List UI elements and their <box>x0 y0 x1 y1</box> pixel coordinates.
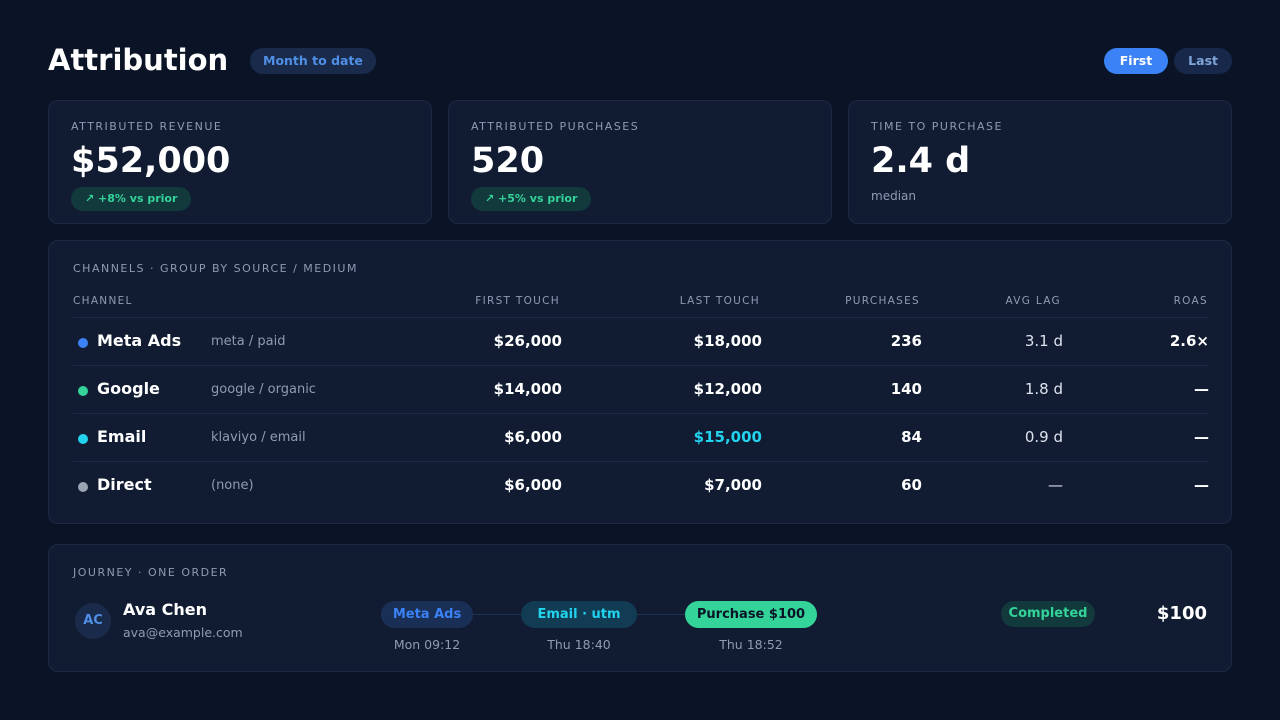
kpi-value: 2.4 d <box>871 141 971 181</box>
journey-step-time: Thu 18:52 <box>719 637 783 652</box>
channel-source: meta / paid <box>211 334 286 349</box>
kpi-label: ATTRIBUTED REVENUE <box>71 120 223 133</box>
last-touch-button[interactable]: Last <box>1174 48 1232 74</box>
avg-lag-value: 3.1 d <box>1024 332 1063 350</box>
first-touch-value: $6,000 <box>504 476 562 494</box>
first-touch-value: $26,000 <box>493 332 562 350</box>
channel-color-dot <box>78 386 88 396</box>
kpi-time-to-purchase: TIME TO PURCHASE 2.4 d median <box>848 100 1232 224</box>
journey-step-purchase[interactable]: Purchase $100 <box>685 601 817 628</box>
roas-value: — <box>1194 476 1209 494</box>
first-touch-value: $14,000 <box>493 380 562 398</box>
journey-step-email[interactable]: Email · utm <box>521 601 637 628</box>
journey-card: JOURNEY · ONE ORDER AC Ava Chen ava@exam… <box>48 544 1232 672</box>
column-header-last-touch: LAST TOUCH <box>679 295 760 307</box>
table-row[interactable]: Email klaviyo / email $6,000 $15,000 84 … <box>73 413 1209 461</box>
table-row[interactable]: Meta Ads meta / paid $26,000 $18,000 236… <box>73 317 1209 365</box>
kpi-delta-badge: ↗ +8% vs prior <box>71 187 192 211</box>
journey-step-time: Thu 18:40 <box>547 637 611 652</box>
avg-lag-value: 1.8 d <box>1024 380 1063 398</box>
channel-name: Direct <box>97 475 152 494</box>
journey-connector <box>473 614 521 615</box>
roas-value: — <box>1194 428 1209 446</box>
last-touch-value: $15,000 <box>693 428 762 446</box>
avg-lag-value: 0.9 d <box>1024 428 1063 446</box>
roas-value: — <box>1194 380 1209 398</box>
kpi-note: median <box>871 189 916 203</box>
column-header-channel: CHANNEL <box>73 295 133 307</box>
first-touch-value: $6,000 <box>504 428 562 446</box>
channel-name: Google <box>97 379 160 398</box>
status-badge: Completed <box>1001 601 1095 627</box>
channels-table-card: CHANNELS · GROUP BY SOURCE / MEDIUM CHAN… <box>48 240 1232 524</box>
first-touch-button[interactable]: First <box>1103 48 1169 74</box>
column-header-first-touch: FIRST TOUCH <box>475 295 560 307</box>
channel-name: Meta Ads <box>97 331 182 350</box>
page-header: Attribution Month to date First Last <box>48 42 1232 78</box>
last-touch-value: $12,000 <box>693 380 762 398</box>
column-header-roas: ROAS <box>1173 295 1208 307</box>
purchases-value: 140 <box>890 380 922 398</box>
channel-color-dot <box>78 338 88 348</box>
page-title: Attribution <box>48 43 229 77</box>
journey-section-label: JOURNEY · ONE ORDER <box>73 566 229 579</box>
journey-step-time: Mon 09:12 <box>393 637 461 652</box>
channel-name: Email <box>97 427 147 446</box>
period-filter-pill[interactable]: Month to date <box>250 48 376 74</box>
avatar: AC <box>75 603 111 639</box>
column-header-avg-lag: AVG LAG <box>1005 295 1061 307</box>
purchases-value: 84 <box>901 428 922 446</box>
channel-source: google / organic <box>211 382 316 397</box>
kpi-delta-badge: ↗ +5% vs prior <box>471 187 592 211</box>
journey-step-meta-ads[interactable]: Meta Ads <box>381 601 473 628</box>
journey-connector <box>637 614 685 615</box>
kpi-label: TIME TO PURCHASE <box>871 120 1003 133</box>
last-touch-value: $7,000 <box>704 476 762 494</box>
roas-value: 2.6× <box>1169 332 1209 350</box>
last-touch-value: $18,000 <box>693 332 762 350</box>
avg-lag-value: — <box>1048 476 1063 494</box>
channels-section-label: CHANNELS · GROUP BY SOURCE / MEDIUM <box>73 262 358 275</box>
kpi-label: ATTRIBUTED PURCHASES <box>471 120 640 133</box>
purchases-value: 236 <box>890 332 922 350</box>
table-row[interactable]: Direct (none) $6,000 $7,000 60 — — <box>73 461 1209 509</box>
channel-color-dot <box>78 482 88 492</box>
kpi-attributed-revenue: ATTRIBUTED REVENUE $52,000 ↗ +8% vs prio… <box>48 100 432 224</box>
touch-model-toggle: First Last <box>1098 48 1232 74</box>
customer-email: ava@example.com <box>123 625 243 640</box>
customer-name: Ava Chen <box>123 600 207 619</box>
kpi-attributed-purchases: ATTRIBUTED PURCHASES 520 ↗ +5% vs prior <box>448 100 832 224</box>
kpi-value: $52,000 <box>71 141 231 181</box>
channel-source: (none) <box>211 478 254 493</box>
column-header-purchases: PURCHASES <box>845 295 920 307</box>
table-row[interactable]: Google google / organic $14,000 $12,000 … <box>73 365 1209 413</box>
purchases-value: 60 <box>901 476 922 494</box>
channel-source: klaviyo / email <box>211 430 306 445</box>
channel-color-dot <box>78 434 88 444</box>
order-total: $100 <box>1156 603 1207 624</box>
kpi-value: 520 <box>471 141 545 181</box>
